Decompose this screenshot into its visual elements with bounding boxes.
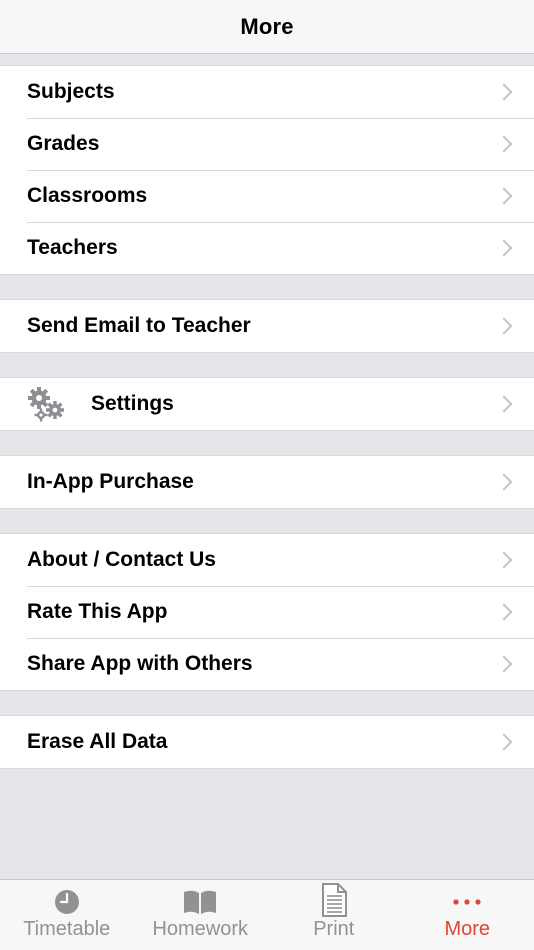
group-purchase: In-App Purchase [0, 455, 534, 509]
chevron-right-icon [495, 317, 513, 335]
row-in-app-purchase[interactable]: In-App Purchase [0, 456, 534, 508]
tab-homework[interactable]: Homework [134, 880, 268, 950]
section-gap [0, 691, 534, 715]
book-icon [182, 888, 218, 916]
row-send-email[interactable]: Send Email to Teacher [0, 300, 534, 352]
row-label: Grades [27, 132, 100, 155]
chevron-right-icon [495, 473, 513, 491]
row-about-contact[interactable]: About / Contact Us [0, 534, 534, 586]
group-about: About / Contact Us Rate This App Share A… [0, 533, 534, 691]
chevron-right-icon [495, 551, 513, 569]
row-label: Subjects [27, 80, 115, 103]
tab-label: Homework [152, 918, 249, 940]
tab-more[interactable]: More [401, 880, 534, 950]
group-erase: Erase All Data [0, 715, 534, 769]
settings-list: Subjects Grades Classrooms Teachers Send… [0, 54, 534, 769]
row-label: Rate This App [27, 600, 168, 623]
chevron-right-icon [495, 83, 513, 101]
row-label: Send Email to Teacher [27, 314, 251, 337]
chevron-right-icon [495, 395, 513, 413]
row-settings[interactable]: Settings [0, 378, 534, 430]
row-label: Teachers [27, 236, 118, 259]
tab-print[interactable]: Print [267, 880, 401, 950]
row-label: Settings [91, 392, 174, 415]
tab-bar: Timetable Homework Print More [0, 879, 534, 950]
row-label: In-App Purchase [27, 470, 194, 493]
tab-label: More [444, 918, 491, 940]
clock-icon [52, 888, 82, 916]
section-gap [0, 275, 534, 299]
section-gap [0, 54, 534, 65]
chevron-right-icon [495, 239, 513, 257]
chevron-right-icon [495, 603, 513, 621]
row-grades[interactable]: Grades [0, 118, 534, 170]
chevron-right-icon [495, 655, 513, 673]
group-manage: Subjects Grades Classrooms Teachers [0, 65, 534, 275]
nav-bar: More [0, 0, 534, 54]
gears-icon [27, 386, 67, 422]
row-label: Share App with Others [27, 652, 253, 675]
row-teachers[interactable]: Teachers [0, 222, 534, 274]
more-dots-icon [450, 888, 484, 916]
section-gap [0, 509, 534, 533]
tab-timetable[interactable]: Timetable [0, 880, 134, 950]
chevron-right-icon [495, 135, 513, 153]
section-gap [0, 353, 534, 377]
tab-label: Print [313, 918, 355, 940]
row-share-app[interactable]: Share App with Others [0, 638, 534, 690]
row-label: About / Contact Us [27, 548, 216, 571]
row-erase-all-data[interactable]: Erase All Data [0, 716, 534, 768]
group-settings: Settings [0, 377, 534, 431]
row-classrooms[interactable]: Classrooms [0, 170, 534, 222]
chevron-right-icon [495, 187, 513, 205]
group-email: Send Email to Teacher [0, 299, 534, 353]
row-label: Erase All Data [27, 730, 168, 753]
tab-label: Timetable [23, 918, 111, 940]
document-icon [319, 883, 349, 917]
section-gap [0, 431, 534, 455]
row-subjects[interactable]: Subjects [0, 66, 534, 118]
row-rate-app[interactable]: Rate This App [0, 586, 534, 638]
row-label: Classrooms [27, 184, 148, 207]
chevron-right-icon [495, 733, 513, 751]
page-title: More [240, 13, 294, 39]
